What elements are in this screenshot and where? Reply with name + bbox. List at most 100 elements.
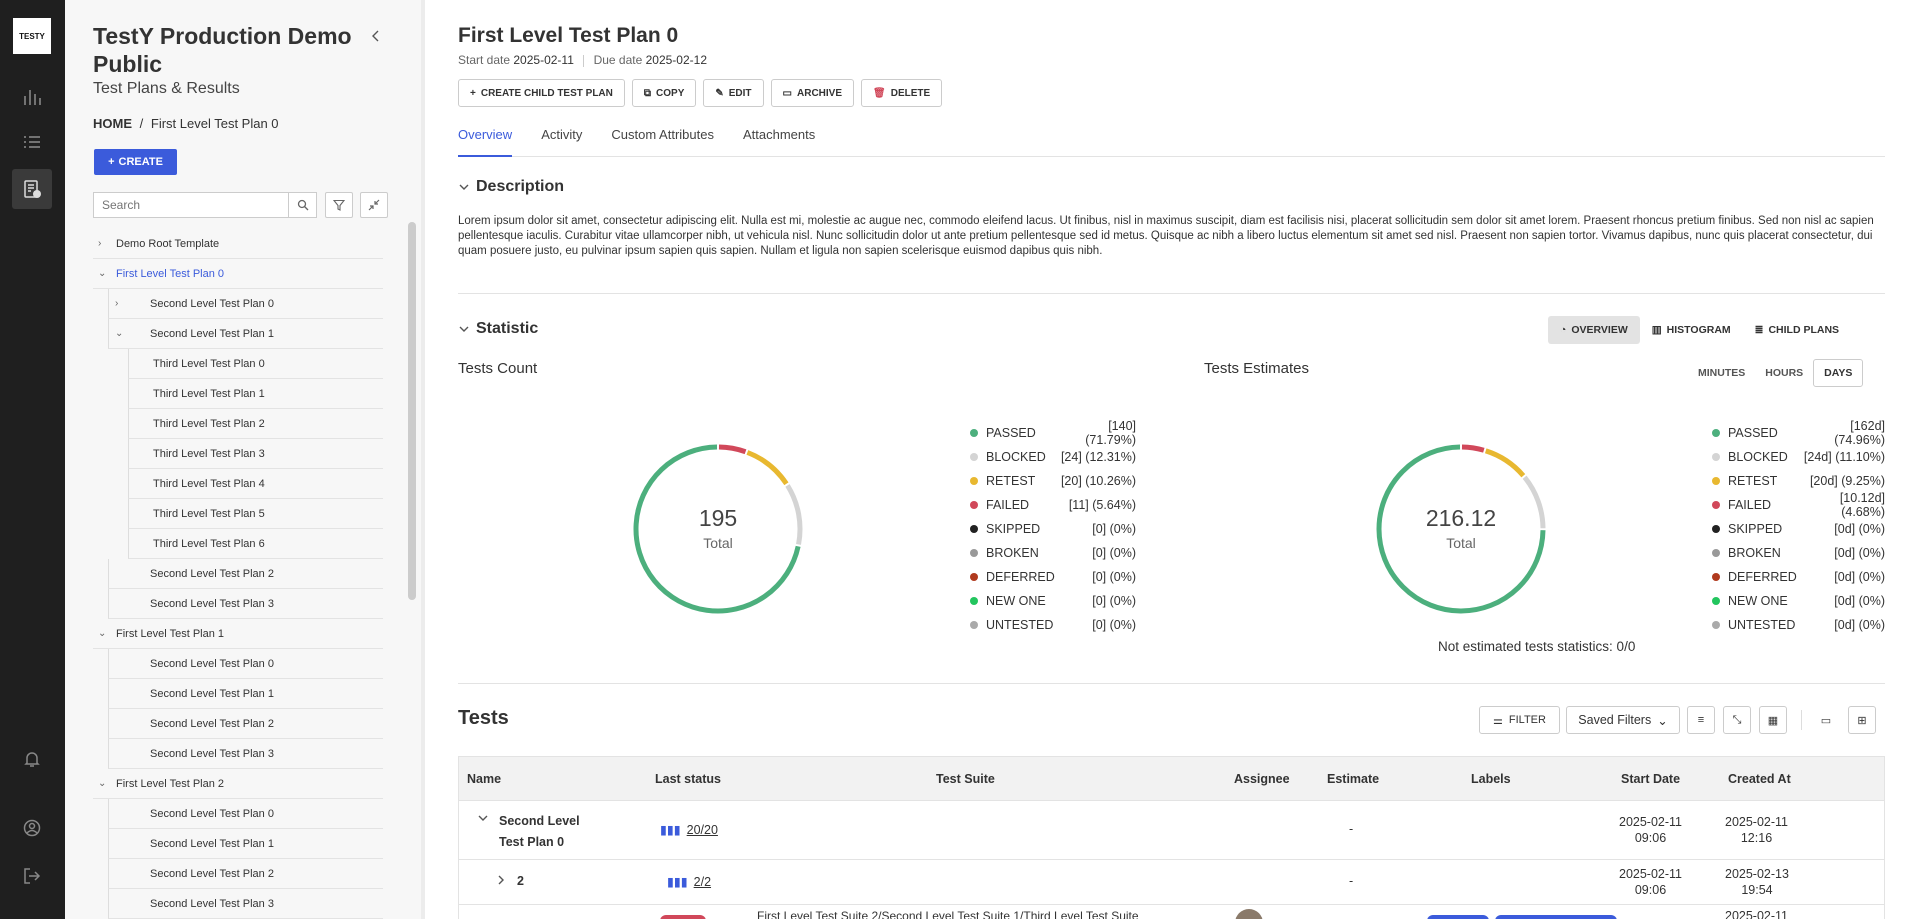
tree-item[interactable]: Third Level Test Plan 1 (128, 379, 383, 409)
tree-item[interactable]: › Demo Root Template (93, 229, 383, 259)
collapse-sidebar-chevron-icon[interactable] (368, 28, 384, 44)
col-start-date[interactable]: Start Date (1621, 772, 1680, 786)
dashboard-chart-icon[interactable] (12, 77, 52, 117)
notifications-bell-icon[interactable] (12, 739, 52, 779)
saved-filters-dropdown[interactable]: Saved Filters ⌄ (1566, 706, 1680, 734)
chevron-right-icon[interactable]: › (115, 298, 118, 309)
test-suites-list-icon[interactable] (12, 122, 52, 162)
histogram-view-button[interactable]: ▥ HISTOGRAM (1640, 316, 1743, 344)
tree-item[interactable]: Second Level Test Plan 2 (108, 859, 383, 889)
legend-item[interactable]: NEW ONE [0d] (0%) (1712, 589, 1885, 613)
legend-item[interactable]: FAILED [11] (5.64%) (970, 493, 1136, 517)
flat-view-button[interactable]: ▭ (1812, 706, 1840, 734)
last-status-link[interactable]: ▮▮▮ 2/2 (667, 874, 711, 890)
tab-custom-attributes[interactable]: Custom Attributes (611, 124, 714, 157)
logout-icon[interactable] (12, 856, 52, 896)
legend-item[interactable]: UNTESTED [0] (0%) (970, 613, 1136, 637)
legend-item[interactable]: SKIPPED [0] (0%) (970, 517, 1136, 541)
tree-item[interactable]: Second Level Test Plan 3 (108, 589, 383, 619)
legend-item[interactable]: BLOCKED [24] (12.31%) (970, 445, 1136, 469)
search-input[interactable] (93, 192, 289, 218)
collapse-all-button[interactable] (360, 192, 388, 218)
legend-item[interactable]: PASSED [162d] (74.96%) (1712, 419, 1885, 447)
col-name[interactable]: Name (467, 772, 501, 786)
tab-attachments[interactable]: Attachments (743, 124, 815, 157)
tree-item[interactable]: ⌄ First Level Test Plan 0 (93, 259, 383, 289)
unit-days-button[interactable]: DAYS (1813, 359, 1864, 387)
donut-slice-retest[interactable] (746, 450, 789, 486)
tree-item[interactable]: Second Level Test Plan 0 (108, 649, 383, 679)
donut-slice-failed[interactable] (1461, 444, 1485, 453)
last-status-link[interactable]: ▮▮▮ 20/20 (660, 822, 718, 838)
filter-button[interactable] (325, 192, 353, 218)
tree-item[interactable]: ⌄ First Level Test Plan 1 (93, 619, 383, 649)
expand-chevron-icon[interactable] (495, 874, 507, 889)
table-row[interactable]: 2 ▮▮▮ 2/2 - 2025-02-11 09:06 2025-02-13 19:… (458, 860, 1885, 905)
col-test-suite[interactable]: Test Suite (936, 772, 995, 786)
tree-item[interactable]: Third Level Test Plan 0 (128, 349, 383, 379)
chevron-right-icon[interactable]: › (98, 238, 101, 249)
collapse-tests-button[interactable]: ⤡ (1723, 706, 1751, 734)
tab-activity[interactable]: Activity (541, 124, 582, 157)
tree-item[interactable]: Second Level Test Plan 3 (108, 739, 383, 769)
create-child-test-plan-button[interactable]: + CREATE CHILD TEST PLAN (458, 79, 625, 107)
chevron-down-icon[interactable]: ⌄ (98, 268, 106, 279)
col-created-at[interactable]: Created At (1728, 772, 1791, 786)
app-logo[interactable]: TESTY (13, 18, 51, 54)
user-profile-icon[interactable] (12, 808, 52, 848)
tree-item[interactable]: Second Level Test Plan 2 (108, 709, 383, 739)
tree-item[interactable]: › Second Level Test Plan 0 (108, 289, 383, 319)
tree-item[interactable]: Third Level Test Plan 6 (128, 529, 383, 559)
sidebar-scrollbar[interactable] (408, 222, 416, 600)
col-estimate[interactable]: Estimate (1327, 772, 1379, 786)
legend-item[interactable]: SKIPPED [0d] (0%) (1712, 517, 1885, 541)
tree-item[interactable]: Third Level Test Plan 3 (128, 439, 383, 469)
unit-hours-button[interactable]: HOURS (1755, 359, 1813, 387)
tree-item[interactable]: Third Level Test Plan 4 (128, 469, 383, 499)
columns-settings-button[interactable]: ▦ (1759, 706, 1787, 734)
archive-button[interactable]: ▭ ARCHIVE (770, 79, 855, 107)
description-section-toggle[interactable]: Description (458, 178, 564, 196)
filter-tests-button[interactable]: ⚌ FILTER (1479, 706, 1560, 734)
copy-button[interactable]: ⧉ COPY (631, 79, 697, 107)
statistic-section-toggle[interactable]: Statistic (458, 320, 538, 338)
col-assignee[interactable]: Assignee (1234, 772, 1290, 786)
legend-item[interactable]: BROKEN [0d] (0%) (1712, 541, 1885, 565)
legend-item[interactable]: NEW ONE [0] (0%) (970, 589, 1136, 613)
table-row[interactable]: Second Level Test Plan 0 ▮▮▮ 20/20 - 2025-… (458, 801, 1885, 860)
tree-item[interactable]: Third Level Test Plan 5 (128, 499, 383, 529)
legend-item[interactable]: PASSED [140] (71.79%) (970, 419, 1136, 447)
overview-view-button[interactable]: ◔ OVERVIEW (1548, 316, 1640, 344)
sort-button[interactable]: ≡ (1687, 706, 1715, 734)
tree-item[interactable]: Third Level Test Plan 2 (128, 409, 383, 439)
unit-minutes-button[interactable]: MINUTES (1688, 359, 1755, 387)
donut-slice-retest[interactable] (1484, 448, 1526, 478)
tab-overview[interactable]: Overview (458, 124, 513, 157)
edit-button[interactable]: ✎ EDIT (703, 79, 764, 107)
tree-item[interactable]: Second Level Test Plan 0 (108, 799, 383, 829)
tree-item[interactable]: Second Level Test Plan 3 (108, 889, 383, 919)
tree-item[interactable]: ⌄ Second Level Test Plan 1 (108, 319, 383, 349)
legend-item[interactable]: DEFERRED [0d] (0%) (1712, 565, 1885, 589)
test-plans-icon[interactable] (12, 169, 52, 209)
tree-view-button[interactable]: ⊞ (1848, 706, 1876, 734)
legend-item[interactable]: FAILED [10.12d] (4.68%) (1712, 491, 1885, 519)
tree-item[interactable]: Second Level Test Plan 1 (108, 829, 383, 859)
legend-item[interactable]: DEFERRED [0] (0%) (970, 565, 1136, 589)
chevron-down-icon[interactable]: ⌄ (98, 628, 106, 639)
expand-chevron-icon[interactable] (477, 812, 489, 827)
chevron-down-icon[interactable]: ⌄ (115, 328, 123, 339)
legend-item[interactable]: RETEST [20d] (9.25%) (1712, 469, 1885, 493)
create-button[interactable]: + CREATE (94, 149, 177, 175)
legend-item[interactable]: BROKEN [0] (0%) (970, 541, 1136, 565)
tree-item[interactable]: Second Level Test Plan 1 (108, 679, 383, 709)
col-labels[interactable]: Labels (1471, 772, 1511, 786)
legend-item[interactable]: BLOCKED [24d] (11.10%) (1712, 445, 1885, 469)
child-plans-view-button[interactable]: ≣ CHILD PLANS (1743, 316, 1851, 344)
chevron-down-icon[interactable]: ⌄ (98, 778, 106, 789)
tree-item[interactable]: ⌄ First Level Test Plan 2 (93, 769, 383, 799)
table-row[interactable]: First Level Test Suite 2/Second Level Te… (458, 905, 1885, 919)
delete-button[interactable]: 🗑 DELETE (861, 79, 943, 107)
legend-item[interactable]: RETEST [20] (10.26%) (970, 469, 1136, 493)
search-button[interactable] (289, 192, 317, 218)
